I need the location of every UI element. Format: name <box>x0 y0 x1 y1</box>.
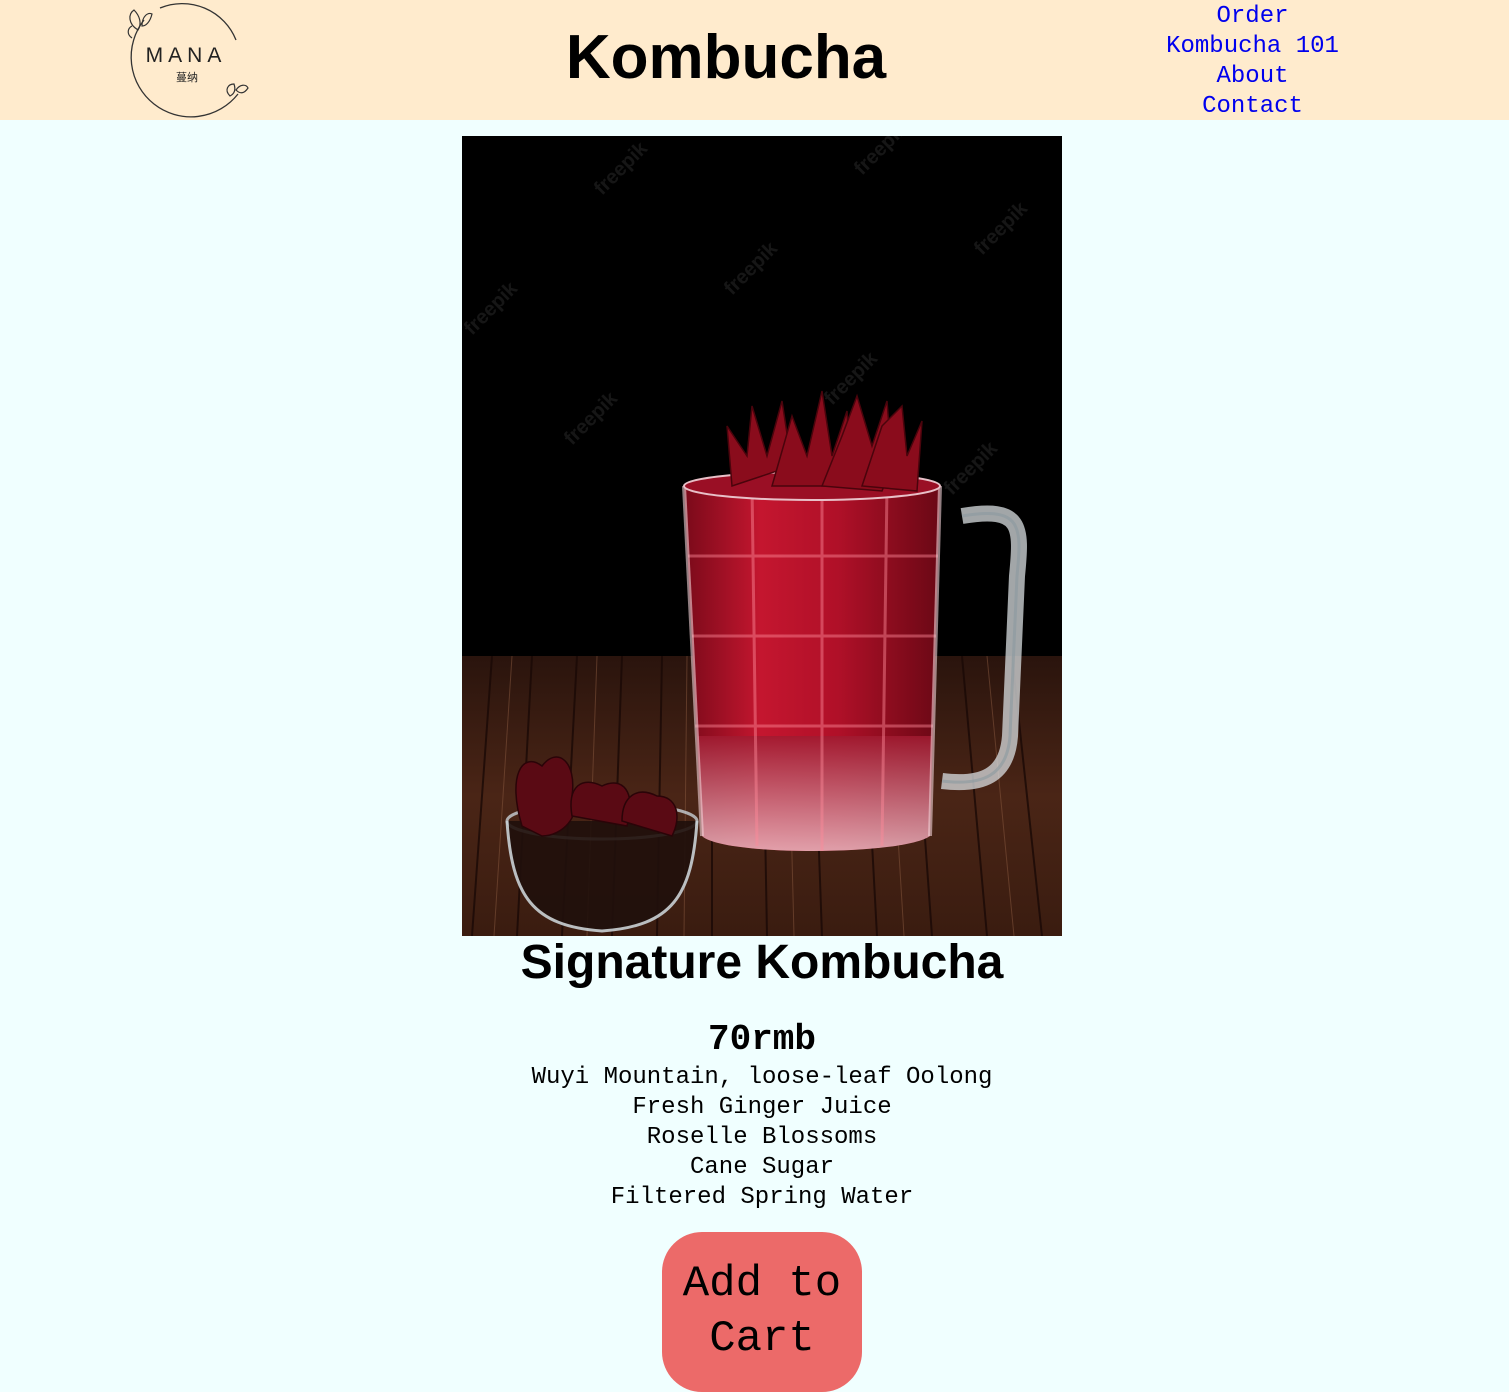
product-name: Signature Kombucha <box>520 936 1004 989</box>
ingredient-item: Roselle Blossoms <box>646 1124 878 1151</box>
ingredient-item: Wuyi Mountain, loose-leaf Oolong <box>531 1064 993 1091</box>
nav-link-about[interactable]: About <box>1150 62 1355 92</box>
add-to-cart-button[interactable]: Add to Cart <box>662 1232 862 1392</box>
nav-link-contact[interactable]: Contact <box>1150 92 1355 122</box>
ingredient-item: Cane Sugar <box>689 1154 835 1181</box>
ingredient-item: Fresh Ginger Juice <box>632 1094 892 1121</box>
main-nav: Order Kombucha 101 About Contact <box>1150 2 1355 122</box>
nav-link-kombucha-101[interactable]: Kombucha 101 <box>1150 32 1355 62</box>
ingredient-list: Wuyi Mountain, loose-leaf Oolong Fresh G… <box>0 1063 1509 1213</box>
nav-link-order[interactable]: Order <box>1150 2 1355 32</box>
site-header: MANA 蔓纳 Kombucha Order Kombucha 101 Abou… <box>0 0 1509 120</box>
product-price: 70rmb <box>707 1019 817 1060</box>
product-image: freepik freepik freepik freepik freepik … <box>462 136 1062 936</box>
ingredient-item: Filtered Spring Water <box>610 1184 914 1211</box>
